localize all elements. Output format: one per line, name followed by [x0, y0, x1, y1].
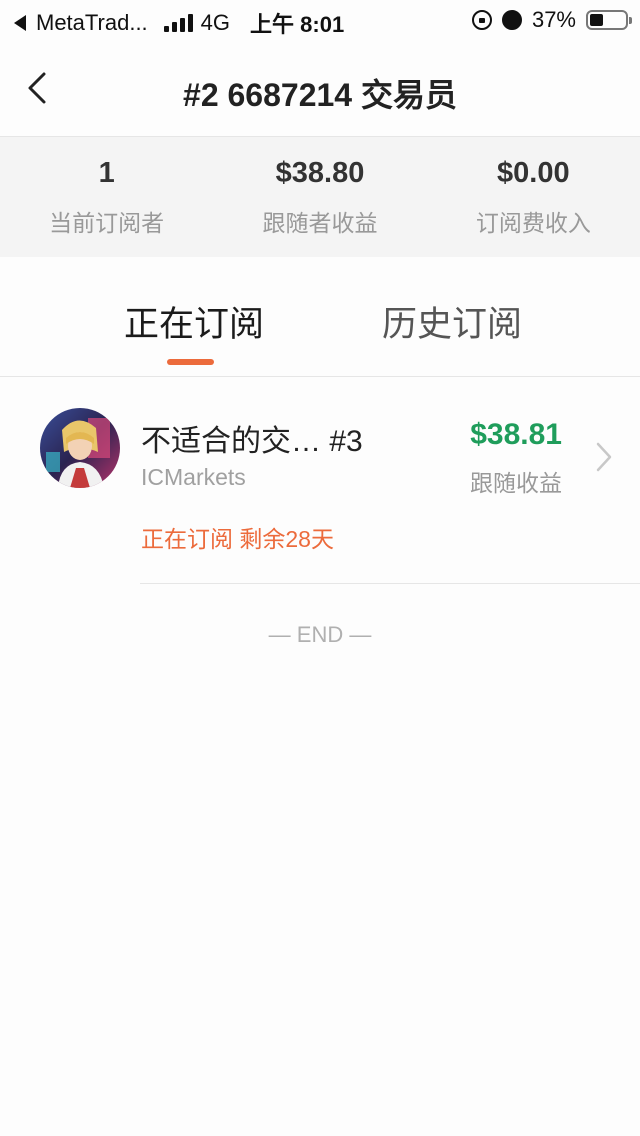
stat-label: 当前订阅者	[49, 210, 165, 236]
subscription-broker: ICMarkets	[141, 464, 246, 490]
list-end-marker: — END —	[268, 622, 372, 647]
stat-label: 跟随者收益	[262, 210, 378, 236]
tab-history-subscriptions[interactable]: 历史订阅	[382, 296, 522, 347]
battery-percent: 37%	[531, 7, 576, 32]
subscription-list-item[interactable]: 不适合的交… #3 ICMarkets 正在订阅 剩余28天 $38.81 跟随…	[0, 378, 640, 584]
page-title: #2 6687214 交易员	[183, 77, 457, 113]
network-type: 4G	[200, 10, 231, 35]
subscription-profit: $38.81	[470, 418, 562, 451]
stat-value: 1	[98, 157, 115, 189]
back-to-app-label[interactable]: MetaTrad...	[36, 10, 148, 36]
status-time: 上午 8:01	[250, 12, 345, 37]
battery-icon	[586, 10, 632, 30]
stat-value: $0.00	[497, 157, 570, 189]
avatar	[40, 408, 120, 488]
nav-bar: #2 6687214 交易员	[0, 40, 640, 137]
tab-active-indicator	[167, 359, 214, 365]
status-bar: MetaTrad... 4G 上午 8:01 37%	[0, 0, 640, 40]
divider	[140, 583, 640, 584]
stat-subscribers: 1 当前订阅者	[0, 137, 213, 257]
alarm-icon	[501, 10, 522, 30]
tab-bar: 正在订阅 历史订阅	[0, 258, 640, 377]
chevron-right-icon	[596, 442, 612, 472]
rotation-lock-icon	[471, 10, 492, 30]
stat-fee-income: $0.00 订阅费收入	[427, 137, 640, 257]
stats-panel: 1 当前订阅者 $38.80 跟随者收益 $0.00 订阅费收入	[0, 137, 640, 257]
stat-value: $38.80	[275, 157, 365, 189]
signal-strength-icon	[163, 14, 193, 32]
battery-fill	[590, 14, 603, 26]
subscription-status: 正在订阅 剩余28天	[141, 526, 334, 552]
avatar-image	[40, 408, 120, 488]
subscription-name: 不适合的交… #3	[141, 425, 363, 458]
stat-follower-profit: $38.80 跟随者收益	[213, 137, 426, 257]
subscription-profit-label: 跟随收益	[470, 470, 562, 496]
stat-label: 订阅费收入	[475, 210, 591, 236]
status-left: MetaTrad... 4G 上午 8:01	[14, 7, 344, 39]
status-right: 37%	[471, 7, 632, 33]
tab-current-subscriptions[interactable]: 正在订阅	[124, 296, 264, 347]
back-to-app-icon[interactable]	[14, 15, 26, 31]
